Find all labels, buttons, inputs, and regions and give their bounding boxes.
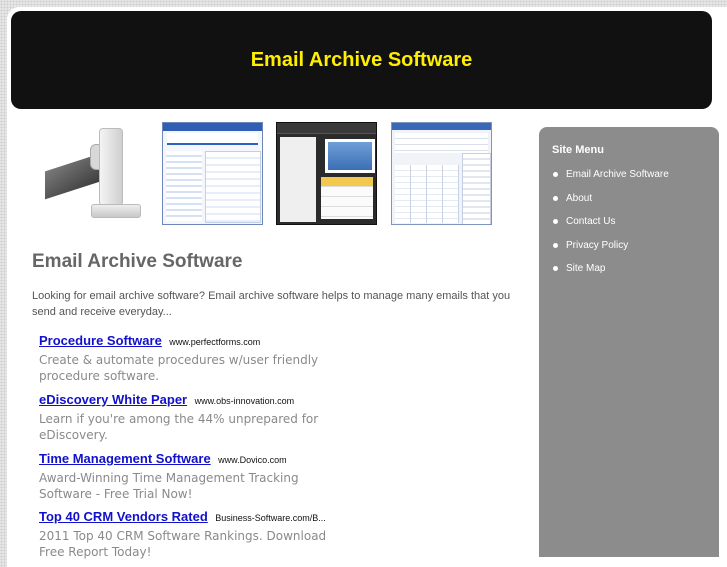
ad-description: 2011 Top 40 CRM Software Rankings. Downl… — [39, 529, 327, 559]
sidebar-item-about[interactable]: About — [553, 187, 669, 211]
ad-title-link[interactable]: Time Management Software — [39, 451, 211, 466]
sidebar-item-email-archive-software[interactable]: Email Archive Software — [553, 163, 669, 187]
ad-description: Create & automate procedures w/user frie… — [39, 353, 319, 383]
bullet-icon — [553, 219, 558, 225]
mail-machine-image[interactable] — [35, 122, 143, 225]
archive-table-screenshot[interactable] — [391, 122, 492, 225]
sidebar: Site Menu Email Archive Software About C… — [539, 127, 719, 557]
sidebar-item-contact-us[interactable]: Contact Us — [553, 210, 669, 234]
site-header: Email Archive Software — [11, 11, 712, 109]
ad-item: Top 40 CRM Vendors Rated Business-Softwa… — [39, 507, 339, 560]
ad-description: Award-Winning Time Management Tracking S… — [39, 471, 299, 501]
ad-url[interactable]: www.perfectforms.com — [169, 337, 260, 347]
ad-description: Learn if you're among the 44% unprepared… — [39, 412, 319, 442]
ad-title-link[interactable]: Procedure Software — [39, 333, 162, 348]
sidebar-item-site-map[interactable]: Site Map — [553, 257, 669, 281]
ad-url[interactable]: www.Dovico.com — [218, 455, 287, 465]
ad-item: eDiscovery White Paper www.obs-innovatio… — [39, 390, 339, 449]
site-menu: Email Archive Software About Contact Us … — [553, 163, 669, 281]
page-title: Email Archive Software — [32, 251, 243, 272]
sidebar-link[interactable]: About — [566, 193, 592, 204]
sidebar-title: Site Menu — [552, 144, 604, 156]
bullet-icon — [553, 242, 558, 248]
sidebar-item-privacy-policy[interactable]: Privacy Policy — [553, 234, 669, 258]
ad-item: Procedure Software www.perfectforms.com … — [39, 331, 339, 390]
ad-title-link[interactable]: eDiscovery White Paper — [39, 392, 187, 407]
intro-text: Looking for email archive software? Emai… — [32, 290, 511, 318]
sidebar-link[interactable]: Privacy Policy — [566, 240, 628, 251]
sidebar-link[interactable]: Email Archive Software — [566, 169, 669, 180]
mail-archiver-screenshot[interactable] — [162, 122, 263, 225]
ad-item: Time Management Software www.Dovico.com … — [39, 449, 339, 507]
bullet-icon — [553, 266, 558, 272]
sidebar-link[interactable]: Site Map — [566, 263, 605, 274]
ad-list: Procedure Software www.perfectforms.com … — [39, 331, 339, 560]
site-title[interactable]: Email Archive Software — [251, 49, 473, 72]
bullet-icon — [553, 172, 558, 178]
sidebar-link[interactable]: Contact Us — [566, 216, 615, 227]
dark-app-screenshot[interactable] — [276, 122, 377, 225]
ad-url[interactable]: Business-Software.com/B... — [215, 513, 326, 523]
ad-title-link[interactable]: Top 40 CRM Vendors Rated — [39, 509, 208, 524]
ad-url[interactable]: www.obs-innovation.com — [195, 396, 295, 406]
bullet-icon — [553, 195, 558, 201]
